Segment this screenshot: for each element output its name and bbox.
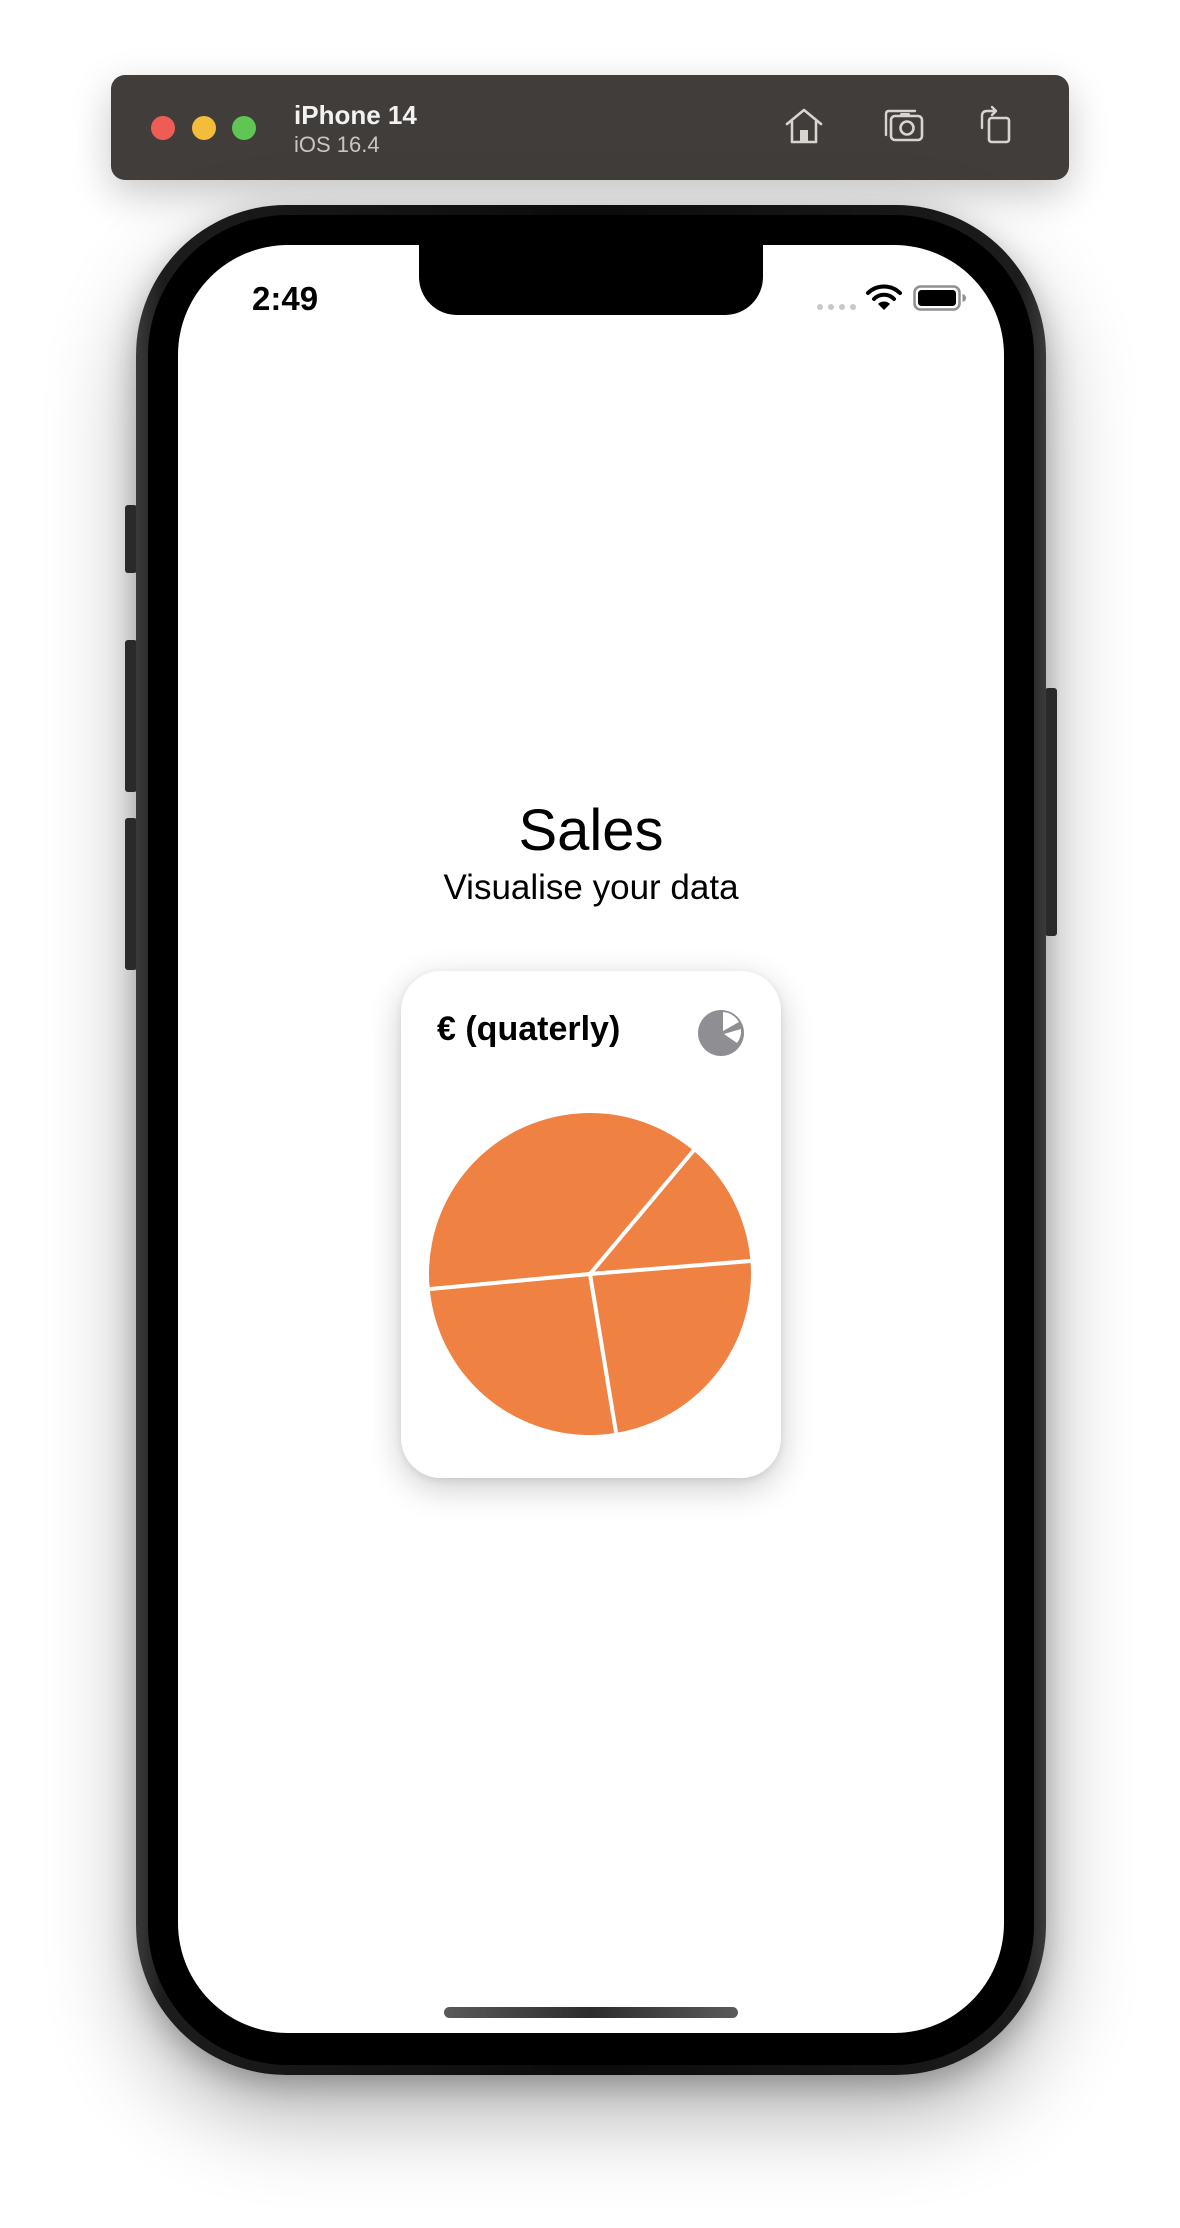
- rotate-icon: [980, 105, 1011, 144]
- pie-chart: [429, 1113, 751, 1435]
- home-button[interactable]: [782, 104, 826, 148]
- power-button: [1045, 688, 1057, 936]
- zoom-window-button[interactable]: [232, 116, 256, 140]
- pie-slice: [590, 1260, 751, 1433]
- cellular-signal-icon: [817, 304, 856, 310]
- rotate-button[interactable]: [975, 104, 1019, 148]
- camera-icon: [884, 109, 924, 142]
- battery-icon: [913, 285, 966, 311]
- simulator-device-name: iPhone 14: [294, 100, 417, 130]
- simulator-os-version: iOS 16.4: [294, 132, 380, 157]
- close-window-button[interactable]: [151, 116, 175, 140]
- home-icon: [785, 108, 823, 144]
- card-title: € (quaterly): [437, 1010, 621, 1048]
- home-indicator[interactable]: [444, 2007, 738, 2018]
- minimize-window-button[interactable]: [192, 116, 216, 140]
- page-title: Sales: [518, 798, 664, 863]
- wifi-icon: [866, 284, 902, 310]
- chart-card[interactable]: € (quaterly): [401, 971, 781, 1478]
- device-screen: 2:49 Sales Visualise your data € (quater…: [178, 245, 1004, 2033]
- stage: iPhone 14 iOS 16.4 2:49 Sales Visualise …: [0, 0, 1180, 2228]
- page-subtitle: Visualise your data: [443, 868, 739, 907]
- pie-slice: [429, 1274, 617, 1435]
- pie-chart-icon[interactable]: [697, 1009, 745, 1057]
- screenshot-button[interactable]: [882, 104, 926, 148]
- notch: [419, 245, 763, 315]
- status-time: 2:49: [252, 280, 319, 317]
